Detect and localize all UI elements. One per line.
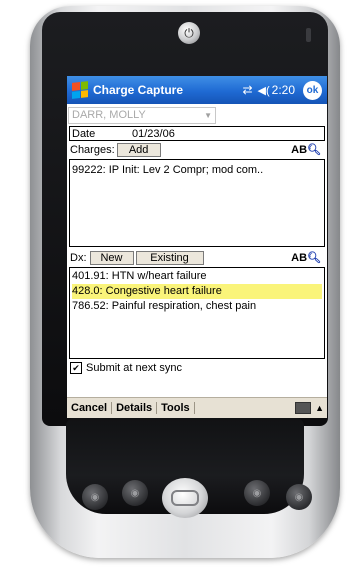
charges-header: Charges: Add AB🔍︎ xyxy=(67,141,327,159)
date-label: Date xyxy=(72,127,96,140)
start-menu-button[interactable] xyxy=(67,76,93,104)
sync-arrows-icon[interactable]: ⇄ xyxy=(242,83,252,97)
charges-list[interactable]: 99222: IP Init: Lev 2 Compr; mod com.. xyxy=(69,159,325,247)
add-charge-button[interactable]: Add xyxy=(116,143,161,157)
lookup-icon[interactable]: AB🔍︎ xyxy=(291,143,321,156)
date-field[interactable]: Date 01/23/06 xyxy=(69,126,325,141)
dx-label: Dx: xyxy=(70,252,87,264)
lookup-icon[interactable]: AB🔍︎ xyxy=(291,251,321,264)
charges-label: Charges: xyxy=(70,144,115,156)
home-button-icon[interactable]: ◉ xyxy=(286,484,312,510)
existing-dx-button[interactable]: Existing xyxy=(135,251,204,265)
menu-bar: Cancel Details Tools ▲ xyxy=(67,397,327,418)
patient-dropdown[interactable]: DARR, MOLLY ▼ xyxy=(68,106,216,124)
patient-row: DARR, MOLLY ▼ xyxy=(67,104,327,126)
submit-row[interactable]: ✔ Submit at next sync xyxy=(67,359,327,377)
dpad-icon[interactable] xyxy=(162,478,208,518)
dx-header: Dx: New Existing AB🔍︎ xyxy=(67,249,327,267)
menu-cancel[interactable]: Cancel xyxy=(67,402,113,414)
calendar-button-icon[interactable]: ◉ xyxy=(82,484,108,510)
new-dx-button[interactable]: New xyxy=(89,251,134,265)
list-item-selected[interactable]: 428.0: Congestive heart failure xyxy=(72,284,322,299)
status-light xyxy=(306,28,311,42)
dx-list[interactable]: 401.91: HTN w/heart failure 428.0: Conge… xyxy=(69,267,325,359)
list-item[interactable]: 401.91: HTN w/heart failure xyxy=(72,269,322,284)
ok-button[interactable]: ok xyxy=(303,80,322,100)
dpad-center[interactable] xyxy=(171,490,199,506)
date-value: 01/23/06 xyxy=(132,127,175,140)
submit-label: Submit at next sync xyxy=(86,362,182,374)
app-title: Charge Capture xyxy=(93,83,184,97)
list-item[interactable]: 99222: IP Init: Lev 2 Compr; mod com.. xyxy=(72,163,322,178)
inbox-button-icon[interactable]: ◉ xyxy=(244,480,270,506)
menu-details[interactable]: Details xyxy=(112,402,158,414)
keyboard-icon[interactable] xyxy=(295,402,312,414)
contacts-button-icon[interactable]: ◉ xyxy=(122,480,148,506)
menu-tools[interactable]: Tools xyxy=(157,402,195,414)
dropdown-arrow-icon: ▼ xyxy=(204,110,212,120)
speaker-icon[interactable]: ◀︎( xyxy=(258,84,270,97)
clock[interactable]: 2:20 xyxy=(272,83,295,97)
keyboard-arrow-icon[interactable]: ▲ xyxy=(315,403,324,413)
title-bar: Charge Capture ⇄ ◀︎( 2:20 ok xyxy=(67,76,327,104)
submit-checkbox[interactable]: ✔ xyxy=(70,362,82,374)
patient-name: DARR, MOLLY xyxy=(72,109,146,121)
list-item[interactable]: 786.52: Painful respiration, chest pain xyxy=(72,299,322,314)
screen: Charge Capture ⇄ ◀︎( 2:20 ok DARR, MOLLY… xyxy=(67,76,327,418)
power-button-icon[interactable]: ⏻ xyxy=(178,22,200,44)
windows-flag-icon xyxy=(72,81,88,99)
